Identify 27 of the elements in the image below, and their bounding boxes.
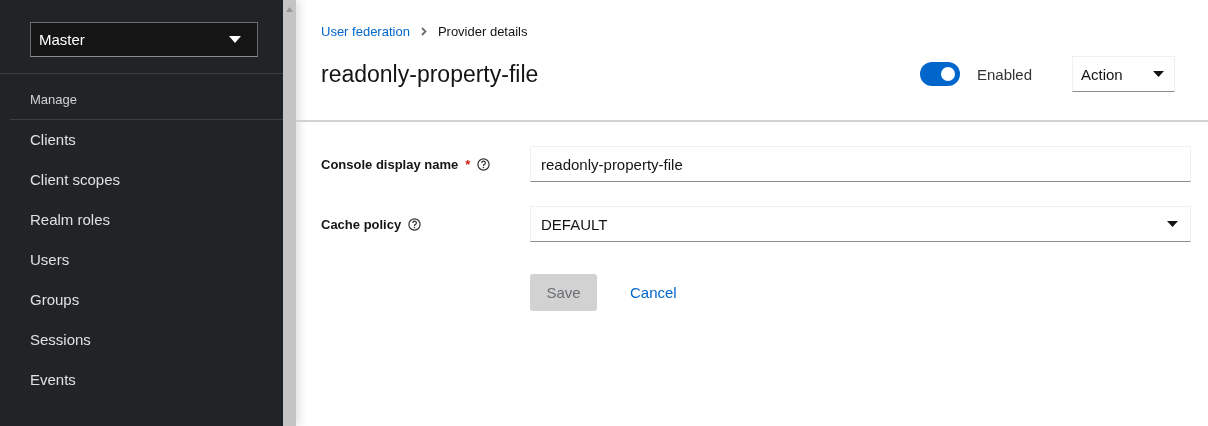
- help-icon[interactable]: [408, 217, 422, 231]
- nav-item[interactable]: Users: [0, 240, 283, 280]
- breadcrumb-current: Provider details: [437, 24, 528, 39]
- select-field[interactable]: DEFAULT: [530, 206, 1191, 242]
- nav-item[interactable]: Client scopes: [0, 160, 283, 200]
- field-label: Console display name: [321, 156, 459, 172]
- realm-select[interactable]: Master: [30, 22, 258, 57]
- help-icon[interactable]: [477, 157, 491, 171]
- caret-icon: [1153, 70, 1164, 78]
- scrollbar[interactable]: [283, 0, 296, 426]
- nav-item[interactable]: Events: [0, 360, 283, 400]
- nav-item[interactable]: Realm roles: [0, 200, 283, 240]
- nav-item[interactable]: Clients: [0, 120, 283, 160]
- caret-icon: [1167, 220, 1178, 228]
- chevron-right-icon: [420, 27, 427, 36]
- text-field[interactable]: readonly-property-file: [530, 146, 1191, 182]
- enabled-toggle[interactable]: [919, 62, 960, 86]
- field-label: Cache policy: [321, 216, 402, 232]
- required-mark: *: [465, 156, 471, 172]
- nav-item[interactable]: Groups: [0, 280, 283, 320]
- breadcrumb-link[interactable]: User federation: [321, 24, 410, 39]
- action-dropdown[interactable]: Action: [1072, 56, 1175, 92]
- nav-item[interactable]: Sessions: [0, 320, 283, 360]
- cancel-link[interactable]: Cancel: [630, 284, 677, 301]
- caret-icon: [229, 35, 241, 44]
- page-title: readonly-property-file: [321, 60, 540, 88]
- toggle-label: Enabled: [976, 65, 1032, 83]
